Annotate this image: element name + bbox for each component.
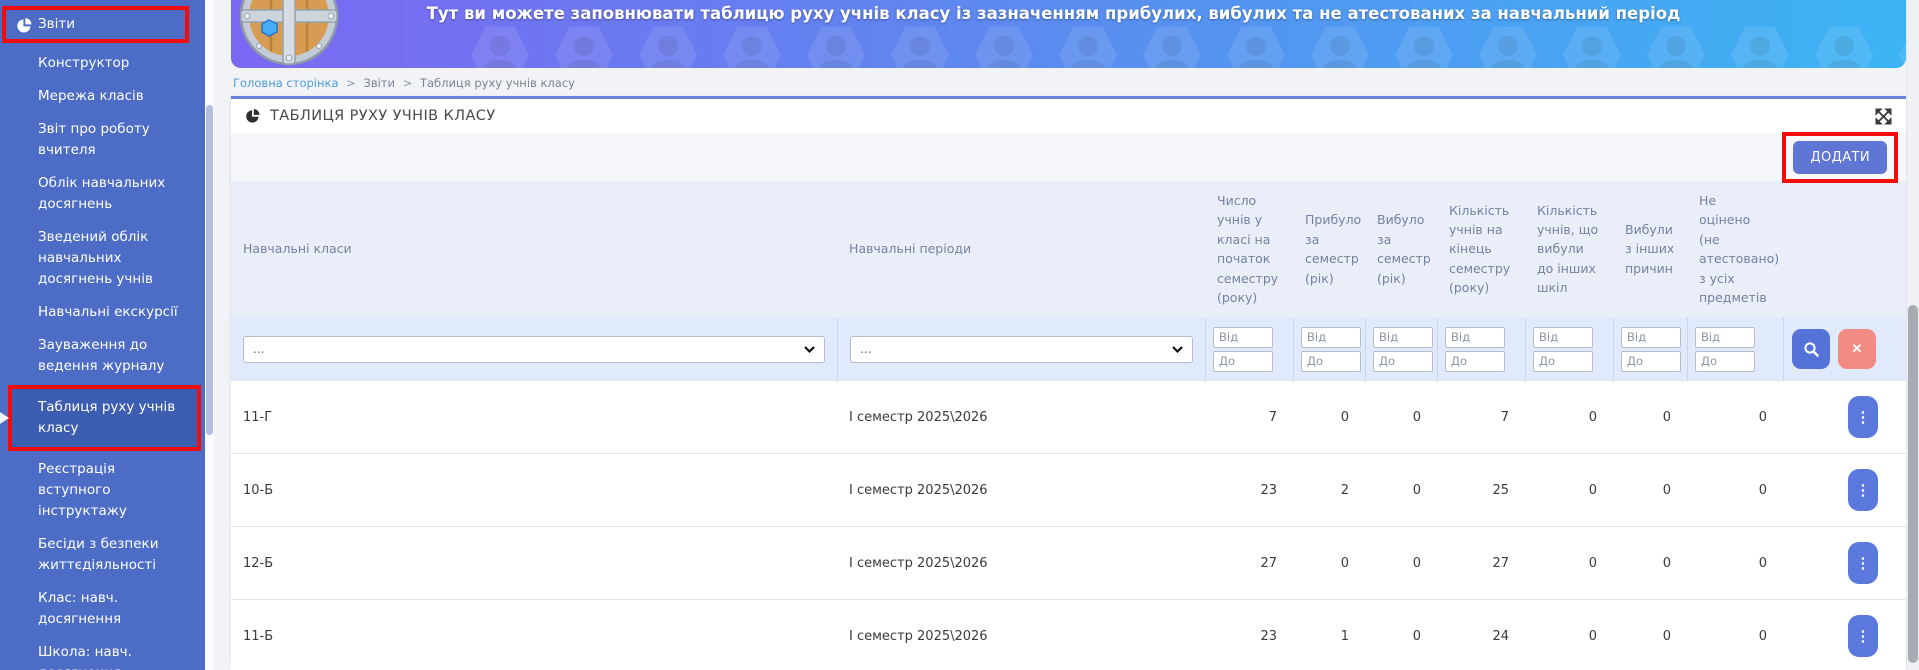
col-header-periods: Навчальні періоди xyxy=(837,229,1205,268)
sidebar-item-zvedenyi-oblik[interactable]: Зведений облік навчальних досягнень учні… xyxy=(0,221,205,296)
sidebar-item-zauvazhennya[interactable]: Зауваження до ведення журналу xyxy=(0,329,205,383)
table-filter-row: ... ... xyxy=(231,317,1906,381)
clear-filters-button[interactable]: ✕ xyxy=(1838,329,1876,369)
sidebar-item-reyestratsiya[interactable]: Реєстрація вступного інструктажу xyxy=(0,453,205,528)
table-header-row: Навчальні класи Навчальні періоди Число … xyxy=(231,181,1906,317)
cell-class: 12-Б xyxy=(231,556,837,571)
filter-end-count xyxy=(1437,317,1525,381)
filter-to-input[interactable] xyxy=(1695,351,1755,372)
col-header-left-other-schools: Кількість учнів, що вибули до інших шкіл xyxy=(1525,191,1613,308)
chevron-down-icon xyxy=(804,346,815,353)
table-row: 11-Г І семестр 2025\2026 7 0 0 7 0 0 0 ⋮ xyxy=(231,381,1906,454)
panel-toolbar: ДОДАТИ xyxy=(231,133,1906,181)
sidebar-item-shkola-dosyahnennya[interactable]: Школа: навч. досягнення xyxy=(0,636,205,670)
sidebar-item-besidy[interactable]: Бесіди з безпеки життєдіяльності xyxy=(0,528,205,582)
cell-period: І семестр 2025\2026 xyxy=(837,410,1205,425)
cell-class: 11-Г xyxy=(231,410,837,425)
filter-start-count xyxy=(1205,317,1293,381)
filter-from-input[interactable] xyxy=(1695,327,1755,348)
cell-period: І семестр 2025\2026 xyxy=(837,629,1205,644)
col-header-classes: Навчальні класи xyxy=(231,229,837,268)
chevron-down-icon xyxy=(1172,346,1183,353)
table-row: 11-Б І семестр 2025\2026 23 1 0 24 0 0 0… xyxy=(231,600,1906,670)
shield-logo-icon xyxy=(239,0,339,68)
sidebar-item-tablytsya-rukhu[interactable]: Таблиця руху учнів класу xyxy=(8,385,201,451)
sidebar-item-merezha-klasiv[interactable]: Мережа класів xyxy=(0,80,205,113)
hexagon-avatar-pattern xyxy=(471,24,1906,68)
app-window: Звіти Конструктор Мережа класів Звіт про… xyxy=(0,0,1919,670)
col-header-left: Вибуло за семестр (рік) xyxy=(1365,200,1437,298)
sidebar-item-label: Звіти xyxy=(38,16,75,32)
sidebar-item-zvity[interactable]: Звіти xyxy=(2,6,189,43)
col-header-not-assessed: Не оцінено (не атестовано) з усіх предме… xyxy=(1687,181,1783,317)
report-panel: ТАБЛИЦЯ РУХУ УЧНІВ КЛАСУ ДОДАТИ xyxy=(231,96,1906,659)
sidebar-item-konstruktor[interactable]: Конструктор xyxy=(0,47,205,80)
table-row: 12-Б І семестр 2025\2026 27 0 0 27 0 0 0… xyxy=(231,527,1906,600)
filter-to-input[interactable] xyxy=(1533,351,1593,372)
annotation-box-add: ДОДАТИ xyxy=(1782,132,1898,183)
pie-chart-icon xyxy=(245,108,261,124)
filter-to-input[interactable] xyxy=(1445,351,1505,372)
cell-period: І семестр 2025\2026 xyxy=(837,483,1205,498)
filter-arrived xyxy=(1293,317,1365,381)
search-button[interactable] xyxy=(1792,329,1830,369)
sidebar-item-klas-dosyahnennya[interactable]: Клас: навч. досягнення xyxy=(0,582,205,636)
period-filter-select[interactable]: ... xyxy=(850,336,1193,363)
info-banner: Тут ви можете заповнювати таблицю руху у… xyxy=(231,0,1906,68)
cell-period: І семестр 2025\2026 xyxy=(837,556,1205,571)
cell-class: 10-Б xyxy=(231,483,837,498)
col-header-arrived: Прибуло за семестр (рік) xyxy=(1293,200,1365,298)
filter-from-input[interactable] xyxy=(1373,327,1433,348)
row-actions-button[interactable]: ⋮ xyxy=(1848,615,1878,657)
col-header-end-count: Кількість учнів на кінець семестру (року… xyxy=(1437,191,1525,308)
filter-left-other-schools xyxy=(1525,317,1613,381)
filter-actions: ✕ xyxy=(1783,317,1906,381)
table-row: 10-Б І семестр 2025\2026 23 2 0 25 0 0 0… xyxy=(231,454,1906,527)
row-actions-button[interactable]: ⋮ xyxy=(1848,469,1878,511)
col-header-start-count: Число учнів у класі на початок семестру … xyxy=(1205,181,1293,317)
col-header-left-other-reasons: Вибули з інших причин xyxy=(1613,210,1687,288)
filter-not-assessed xyxy=(1687,317,1783,381)
filter-to-input[interactable] xyxy=(1301,351,1361,372)
sidebar-item-ekskursii[interactable]: Навчальні екскурсії xyxy=(0,296,205,329)
breadcrumb: Головна сторінка > Звіти > Таблиця руху … xyxy=(231,68,1919,96)
filter-to-input[interactable] xyxy=(1213,351,1273,372)
breadcrumb-home-link[interactable]: Головна сторінка xyxy=(233,76,339,90)
breadcrumb-current: Таблиця руху учнів класу xyxy=(420,76,575,90)
add-button[interactable]: ДОДАТИ xyxy=(1793,141,1887,174)
main-content: Тут ви можете заповнювати таблицю руху у… xyxy=(205,0,1919,670)
panel-title: ТАБЛИЦЯ РУХУ УЧНІВ КЛАСУ xyxy=(270,108,496,124)
expand-fullscreen-icon[interactable] xyxy=(1875,108,1892,125)
page-scrollbar-thumb[interactable] xyxy=(1908,305,1918,663)
filter-left-other-reasons xyxy=(1613,317,1687,381)
filter-from-input[interactable] xyxy=(1213,327,1273,348)
panel-title-bar: ТАБЛИЦЯ РУХУ УЧНІВ КЛАСУ xyxy=(231,99,1906,133)
filter-from-input[interactable] xyxy=(1533,327,1593,348)
row-actions-button[interactable]: ⋮ xyxy=(1848,542,1878,584)
filter-to-input[interactable] xyxy=(1373,351,1433,372)
sidebar: Звіти Конструктор Мережа класів Звіт про… xyxy=(0,0,205,670)
breadcrumb-section: Звіти xyxy=(363,76,395,90)
cell-class: 11-Б xyxy=(231,629,837,644)
sidebar-item-zvit-pro-robotu[interactable]: Звіт про роботу вчителя xyxy=(0,113,205,167)
pie-chart-icon xyxy=(16,17,33,34)
filter-from-input[interactable] xyxy=(1301,327,1361,348)
filter-to-input[interactable] xyxy=(1621,351,1681,372)
filter-left xyxy=(1365,317,1437,381)
sidebar-item-oblik-dosyahnen[interactable]: Облік навчальних досягнень xyxy=(0,167,205,221)
filter-from-input[interactable] xyxy=(1445,327,1505,348)
page-scrollbar[interactable] xyxy=(1906,0,1919,670)
filter-from-input[interactable] xyxy=(1621,327,1681,348)
search-icon xyxy=(1803,341,1820,358)
banner-description: Тут ви можете заповнювати таблицю руху у… xyxy=(361,4,1746,23)
row-actions-button[interactable]: ⋮ xyxy=(1848,396,1878,438)
class-filter-select[interactable]: ... xyxy=(243,336,825,363)
